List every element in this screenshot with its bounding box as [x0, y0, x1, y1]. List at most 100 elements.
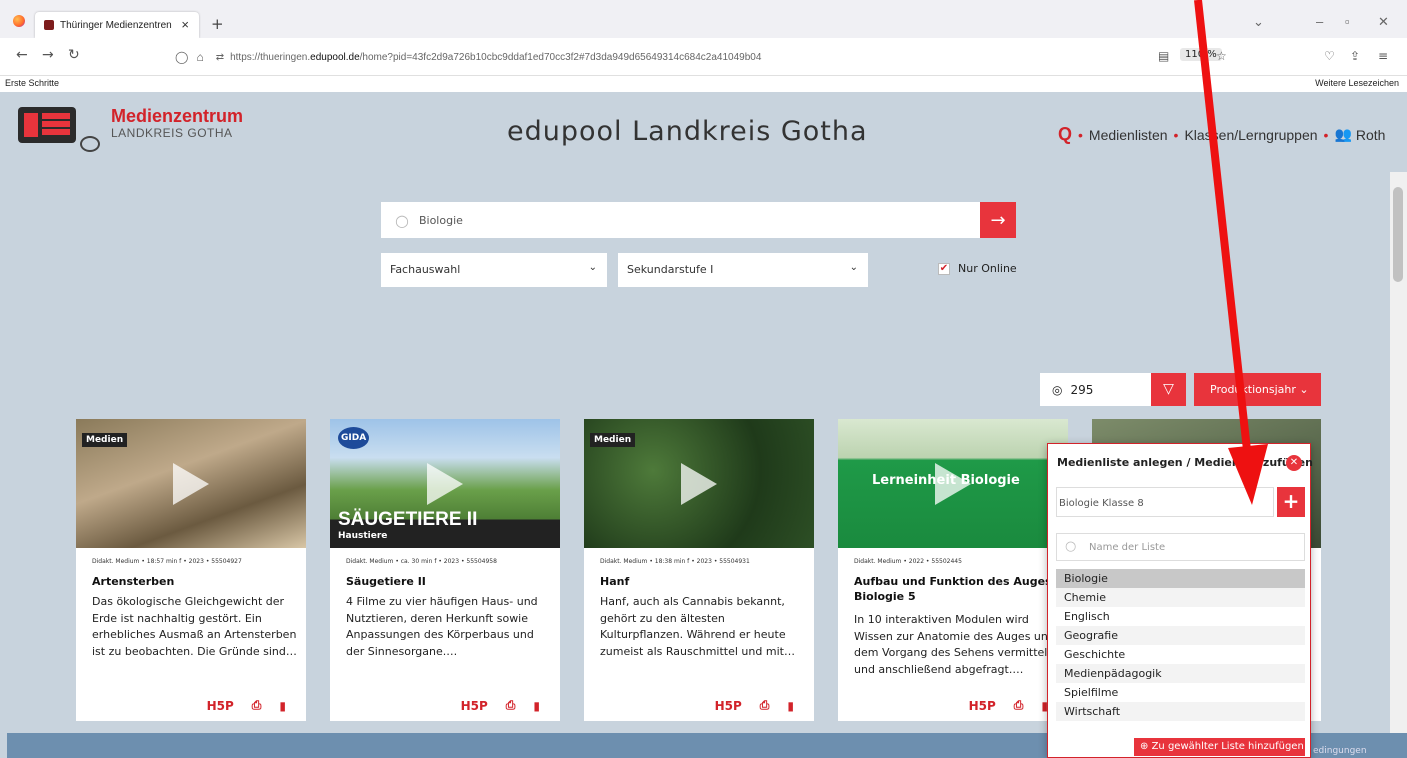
print-icon[interactable]: ⎙: [1014, 698, 1024, 713]
print-icon[interactable]: ⎙: [760, 698, 770, 713]
play-icon[interactable]: [427, 463, 463, 505]
url-path: /home?pid=43fc2d9a726b10cbc9ddaf1ed70cc3…: [359, 51, 762, 63]
footer-link[interactable]: edingungen: [1313, 746, 1367, 756]
eye-icon: [80, 136, 100, 152]
scrollbar-thumb[interactable]: [1393, 187, 1403, 282]
menu-icon[interactable]: ≡: [1378, 49, 1388, 63]
minimize-icon[interactable]: –: [1316, 14, 1323, 29]
play-icon[interactable]: [681, 463, 717, 505]
card-thumbnail[interactable]: Lerneinheit Biologie: [838, 419, 1068, 548]
h5p-icon[interactable]: H5P: [207, 699, 234, 713]
close-icon[interactable]: ✕: [1286, 455, 1302, 471]
add-to-list-button[interactable]: ⊕ Zu gewählter Liste hinzufügen: [1134, 738, 1305, 756]
nav-dot: •: [1323, 126, 1329, 143]
h5p-icon[interactable]: H5P: [969, 699, 996, 713]
top-nav: Q • Medienlisten • Klassen/Lerngruppen •…: [1058, 124, 1385, 145]
card-thumbnail[interactable]: Medien: [584, 419, 814, 548]
media-card[interactable]: GIDA SÄUGETIERE II Haustiere Didakt. Med…: [330, 419, 560, 721]
reader-icon[interactable]: ▤: [1158, 49, 1169, 63]
list-item[interactable]: Englisch: [1056, 607, 1305, 626]
list-name-input[interactable]: ○ Name der Liste: [1056, 533, 1305, 561]
permissions-icon: ⇄: [215, 51, 225, 63]
list-item[interactable]: Geschichte: [1056, 645, 1305, 664]
list-item[interactable]: Wirtschaft: [1056, 702, 1305, 721]
favicon-icon: [44, 20, 54, 30]
card-title[interactable]: Aufbau und Funktion des Auges: Biologie …: [854, 574, 1064, 604]
search-query: Biologie: [418, 213, 463, 227]
tab-title: Thüringer Medienzentren: [60, 19, 172, 31]
url-prefix: https://thueringen.: [230, 51, 311, 63]
play-icon[interactable]: [173, 463, 209, 505]
share-icon[interactable]: ⇪: [1350, 49, 1360, 63]
close-window-icon[interactable]: ✕: [1378, 14, 1389, 30]
browser-tab[interactable]: Thüringer Medienzentren ×: [35, 12, 199, 38]
nav-user[interactable]: Roth: [1356, 127, 1386, 143]
list-item[interactable]: Geografie: [1056, 626, 1305, 645]
page-title: edupool Landkreis Gotha: [507, 116, 868, 147]
url-bar[interactable]: ◯ ⌂ ⇄ https://thueringen. edupool.de/home…: [175, 45, 1255, 69]
card-meta: Didakt. Medium • 18:57 min f • 2023 • 55…: [92, 558, 242, 565]
list-item[interactable]: Spielfilme: [1056, 683, 1305, 702]
search-icon[interactable]: Q: [1058, 124, 1072, 145]
close-tab-icon[interactable]: ×: [181, 17, 189, 32]
bookmark-erste-schritte[interactable]: Erste Schritte: [5, 78, 59, 88]
reload-icon[interactable]: ↻: [68, 47, 80, 63]
browser-navbar: ← → ↻ ◯ ⌂ ⇄ https://thueringen. edupool.d…: [0, 38, 1407, 76]
nav-medienlisten[interactable]: Medienlisten: [1089, 127, 1168, 143]
card-title[interactable]: Artensterben: [92, 574, 302, 589]
sort-button[interactable]: Produktionsjahr ⌄: [1194, 373, 1321, 406]
search-submit-button[interactable]: →: [980, 202, 1016, 238]
search-input[interactable]: ○ Biologie: [381, 202, 981, 238]
card-title[interactable]: Säugetiere II: [346, 574, 556, 589]
stufe-select[interactable]: Sekundarstufe I ⌄: [618, 253, 868, 287]
card-title[interactable]: Hanf: [600, 574, 810, 589]
card-actions: H5P ⎙ ▮: [207, 698, 286, 713]
chevron-down-icon: ⌄: [849, 262, 858, 273]
fach-select[interactable]: Fachauswahl ⌄: [381, 253, 607, 287]
user-icon: 👥: [1334, 126, 1352, 142]
add-list-button[interactable]: +: [1277, 487, 1305, 517]
browser-tabbar: Thüringer Medienzentren × + ⌄ – ▫ ✕: [0, 0, 1407, 38]
target-icon: ◎: [1052, 382, 1063, 397]
page-scrollbar[interactable]: [1390, 172, 1407, 733]
pocket-icon[interactable]: ♡: [1324, 49, 1335, 63]
nur-online-checkbox[interactable]: ✔ Nur Online: [938, 262, 1017, 275]
card-meta: Didakt. Medium • 2022 • 55502445: [854, 558, 962, 565]
list-item[interactable]: Biologie: [1056, 569, 1305, 588]
print-icon[interactable]: ⎙: [506, 698, 516, 713]
search-icon: ○: [1065, 539, 1077, 554]
selected-list-field[interactable]: Biologie Klasse 8: [1056, 487, 1274, 517]
search-icon: ○: [395, 210, 409, 230]
chevron-down-icon[interactable]: ⌄: [1253, 14, 1264, 30]
card-actions: H5P ⎙ ▮: [969, 698, 1048, 713]
list-item[interactable]: Chemie: [1056, 588, 1305, 607]
media-card[interactable]: Lerneinheit Biologie Didakt. Medium • 20…: [838, 419, 1068, 721]
forward-icon[interactable]: →: [42, 47, 54, 63]
restore-icon[interactable]: ▫: [1345, 14, 1350, 29]
card-thumbnail[interactable]: Medien: [76, 419, 306, 548]
media-card[interactable]: Medien Didakt. Medium • 18:57 min f • 20…: [76, 419, 306, 721]
card-actions: H5P ⎙ ▮: [715, 698, 794, 713]
filter-button[interactable]: ▽: [1151, 373, 1186, 406]
add-to-list-label: Zu gewählter Liste hinzufügen: [1151, 741, 1304, 752]
list-item[interactable]: Medienpädagogik: [1056, 664, 1305, 683]
h5p-icon[interactable]: H5P: [461, 699, 488, 713]
bookmark-icon[interactable]: ▮: [279, 699, 286, 713]
firefox-icon: [13, 15, 25, 27]
new-tab-icon[interactable]: +: [211, 15, 224, 33]
card-thumbnail[interactable]: GIDA SÄUGETIERE II Haustiere: [330, 419, 560, 548]
nur-online-label: Nur Online: [958, 262, 1017, 275]
star-icon[interactable]: ☆: [1216, 49, 1227, 63]
media-card[interactable]: Medien Didakt. Medium • 18:38 min f • 20…: [584, 419, 814, 721]
h5p-icon[interactable]: H5P: [715, 699, 742, 713]
logo-icon[interactable]: [18, 107, 76, 143]
fach-value: Fachauswahl: [390, 263, 461, 276]
bookmark-weitere[interactable]: Weitere Lesezeichen: [1315, 78, 1399, 88]
card-description: Das ökologische Gleichgewicht der Erde i…: [92, 595, 297, 658]
back-icon[interactable]: ←: [16, 47, 28, 63]
bookmark-icon[interactable]: ▮: [533, 699, 540, 713]
plus-circle-icon: ⊕: [1140, 741, 1149, 752]
nav-klassen[interactable]: Klassen/Lerngruppen: [1184, 127, 1317, 143]
bookmark-icon[interactable]: ▮: [787, 699, 794, 713]
print-icon[interactable]: ⎙: [252, 698, 262, 713]
